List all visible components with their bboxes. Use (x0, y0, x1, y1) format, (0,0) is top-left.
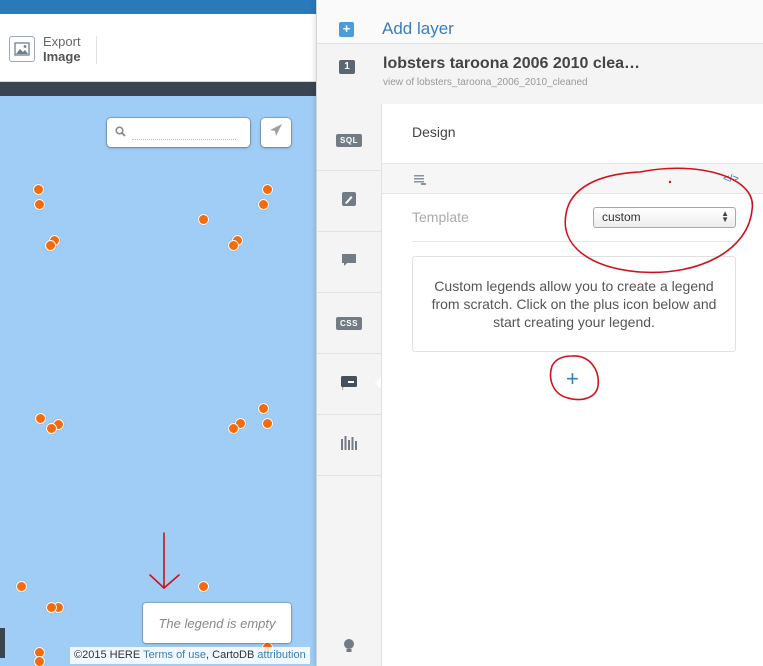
tab-sql[interactable]: SQL (317, 110, 381, 171)
add-legend-item-button[interactable]: + (566, 366, 579, 392)
map-point[interactable] (45, 240, 56, 251)
layer-title[interactable]: lobsters taroona 2006 2010 clea… (383, 55, 673, 73)
layer-subtitle: view of lobsters_taroona_2006_2010_clean… (383, 77, 588, 88)
map-point[interactable] (34, 199, 45, 210)
map-point[interactable] (228, 423, 239, 434)
map-legend: The legend is empty (143, 603, 291, 643)
speech-bubble-icon (341, 252, 357, 273)
export-label: Export (43, 34, 81, 49)
code-view-link[interactable]: </> (723, 173, 739, 185)
map-toolbar: Export Image (0, 14, 320, 82)
terms-link[interactable]: Terms of use (143, 649, 206, 661)
plus-square-icon: + (339, 22, 354, 37)
layer-header: 1 lobsters taroona 2006 2010 clea… view … (317, 44, 763, 104)
tab-help[interactable] (317, 630, 381, 666)
map-point[interactable] (33, 184, 44, 195)
map-canvas[interactable] (0, 96, 316, 666)
top-bar (0, 0, 320, 14)
map-point[interactable] (262, 184, 273, 195)
custom-legend-info: Custom legends allow you to create a leg… (412, 256, 736, 352)
template-label: Template (412, 209, 469, 225)
header-band (0, 82, 320, 96)
send-icon (269, 123, 283, 142)
left-edge-handle (0, 628, 5, 658)
add-layer-row[interactable]: + Add layer (317, 0, 763, 44)
map-point[interactable] (46, 423, 57, 434)
tab-infowindow[interactable] (317, 232, 381, 293)
copyright-text: ©2015 HERE (74, 649, 141, 661)
design-title: Design (412, 124, 456, 140)
map-point[interactable] (16, 581, 27, 592)
sql-icon: SQL (336, 133, 362, 147)
tab-wizard[interactable] (317, 171, 381, 232)
map-search (107, 118, 250, 147)
custom-legend-info-text: Custom legends allow you to create a leg… (431, 278, 717, 330)
attribution-separator: , CartoDB (206, 649, 255, 661)
tab-filters[interactable] (317, 415, 381, 476)
map-point[interactable] (198, 214, 209, 225)
svg-text:?: ? (341, 385, 344, 390)
map-point[interactable] (258, 403, 269, 414)
tab-legends[interactable]: ? (317, 354, 381, 415)
search-input[interactable] (132, 125, 236, 140)
map-point[interactable] (198, 581, 209, 592)
select-arrows-icon: ▲ ▼ (721, 209, 729, 224)
image-label: Image (43, 49, 81, 64)
design-mini-tabs: </> (382, 163, 763, 194)
map-point[interactable] (35, 413, 46, 424)
lightbulb-icon (342, 638, 356, 659)
map-point[interactable] (228, 240, 239, 251)
layer-panel: + Add layer 1 lobsters taroona 2006 2010… (316, 0, 763, 666)
toolbar-divider (96, 36, 97, 64)
image-icon (9, 36, 35, 62)
layer-side-tabs: SQL CSS ? (317, 110, 381, 666)
map-point[interactable] (262, 418, 273, 429)
template-value: custom (602, 210, 641, 224)
divider (412, 241, 736, 242)
search-icon (115, 124, 126, 142)
paintbrush-icon (341, 191, 357, 212)
form-icon[interactable] (413, 173, 427, 191)
map-attribution: ©2015 HERE Terms of use, CartoDB attribu… (70, 647, 310, 664)
template-select[interactable]: custom ▲ ▼ (593, 207, 736, 228)
map-point[interactable] (34, 656, 45, 666)
map-point[interactable] (258, 199, 269, 210)
layer-number-badge: 1 (339, 60, 355, 74)
tab-css[interactable]: CSS (317, 293, 381, 354)
locate-button[interactable] (261, 118, 291, 147)
export-image-button[interactable]: Export Image (9, 34, 81, 64)
add-layer-button[interactable]: Add layer (382, 19, 454, 39)
legend-empty-text: The legend is empty (158, 615, 276, 631)
attribution-link[interactable]: attribution (257, 649, 305, 661)
css-icon: CSS (336, 316, 362, 330)
map-point[interactable] (46, 602, 57, 613)
legend-design-pane: Design </> Template custom ▲ ▼ Custom leg… (381, 104, 763, 666)
legend-icon: ? (340, 374, 358, 395)
histogram-icon (340, 435, 358, 456)
